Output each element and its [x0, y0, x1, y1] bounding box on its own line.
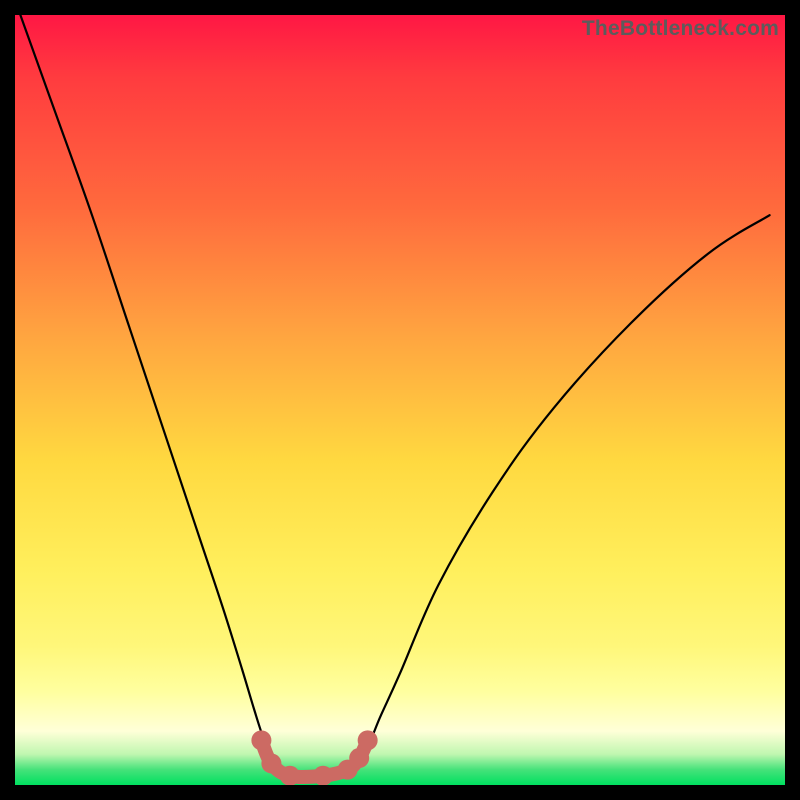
curve-min-dot: [280, 766, 300, 785]
plot-area: TheBottleneck.com: [15, 15, 785, 785]
curve-min-dot: [338, 760, 358, 780]
watermark-text: TheBottleneck.com: [582, 17, 779, 41]
curve-min-dot: [251, 730, 271, 750]
chart-stage: TheBottleneck.com: [0, 0, 800, 800]
curve-min-dot: [358, 730, 378, 750]
curve-bottom-highlight: [261, 740, 367, 777]
curve-min-dot: [261, 753, 281, 773]
bottleneck-curve: [20, 15, 769, 777]
curve-min-dot: [313, 766, 333, 785]
curve-min-dots: [251, 730, 377, 785]
curve-min-dot: [349, 748, 369, 768]
curve-svg: [15, 15, 785, 785]
